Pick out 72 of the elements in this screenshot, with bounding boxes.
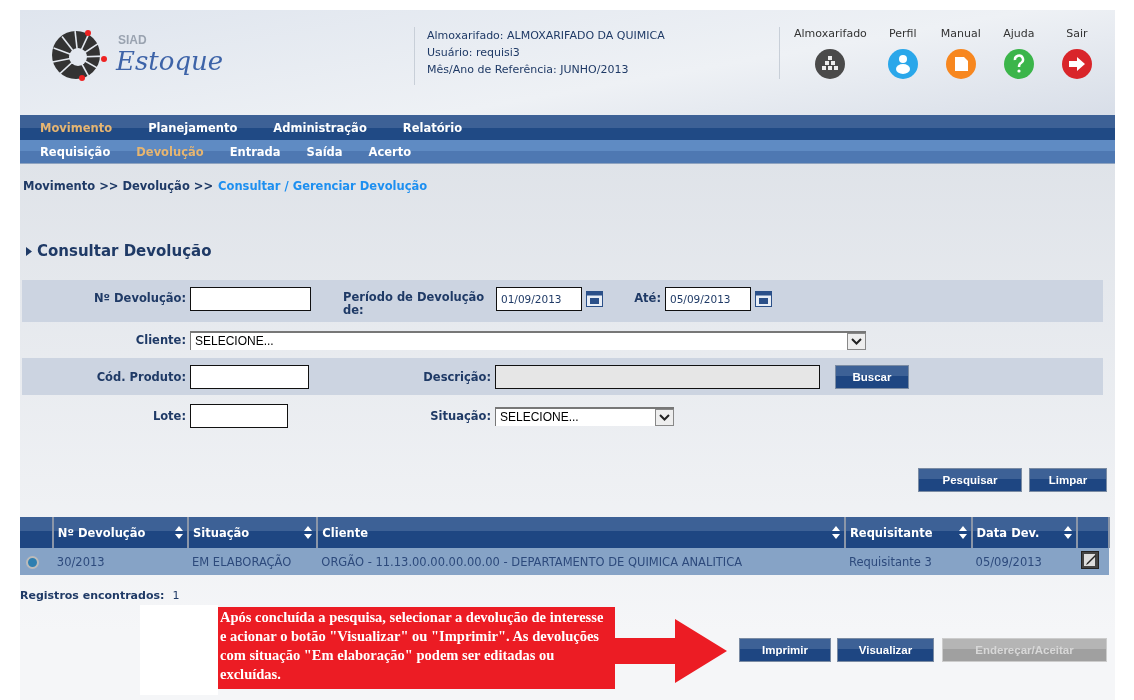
calendar-icon[interactable] (586, 290, 603, 307)
triangle-icon (26, 246, 32, 256)
input-field[interactable] (190, 364, 309, 389)
search-button[interactable]: Buscar (835, 364, 909, 389)
dropdown-caret-icon (847, 332, 866, 350)
input-field[interactable] (190, 287, 311, 311)
boxes-icon (815, 49, 846, 79)
status-select[interactable]: SELECIONE... (495, 406, 674, 426)
field-label: Até: (633, 290, 662, 305)
user-info-text: Almoxarifado: ALMOXARIFADO DA QUIMICA (427, 28, 666, 44)
sort-icon (832, 526, 840, 539)
submenu-item[interactable]: Saída (306, 144, 343, 159)
column-header[interactable]: Requisitante (845, 517, 972, 548)
radio-button[interactable] (26, 555, 39, 569)
sort-icon (1064, 526, 1073, 539)
annotation-callout: Após concluída a pesquisa, selecionar a devolução de interesse e acionar o botão "Visualizar" ou "Imprimir". As devoluções com situação "Em elaboração" podem ser editadas ou excluídas. (218, 607, 615, 689)
column-header[interactable]: Cliente (317, 517, 845, 548)
document-icon (945, 49, 976, 79)
client-select[interactable]: SELECIONE... (190, 330, 866, 350)
header-cell (1077, 517, 1109, 548)
field-label: Descrição: (422, 369, 492, 384)
column-header[interactable]: Situação (188, 517, 318, 548)
edit-icon[interactable] (1081, 551, 1100, 569)
table-cell: 05/09/2013 (971, 548, 1078, 575)
date-field[interactable]: 01/09/2013 (496, 287, 582, 311)
shortcut-link[interactable]: Perfil (880, 27, 925, 79)
table-cell: ORGÃO - 11.13.00.00.00.00.00 - DEPARTAMENTO DE QUIMICA ANALITICA (317, 548, 845, 575)
form-button[interactable]: Pesquisar (918, 468, 1022, 492)
shortcut-link[interactable]: Almoxarifado (794, 27, 867, 79)
sort-icon (958, 526, 967, 539)
date-field[interactable]: 05/09/2013 (665, 287, 751, 311)
menu-item[interactable]: Administração (273, 120, 367, 135)
action-button[interactable]: Visualizar (837, 638, 934, 662)
table-cell: 30/2013 (52, 548, 188, 575)
logo-subtitle: SIAD (118, 34, 148, 46)
field-label: Lote: (151, 409, 187, 423)
submenu-item[interactable]: Entrada (229, 144, 281, 159)
field-label: Cód. Produto: (95, 369, 187, 384)
field-label: Situação: (429, 409, 492, 423)
form-button[interactable]: Limpar (1029, 468, 1107, 492)
records-count: 1 (172, 589, 180, 602)
person-icon (887, 49, 918, 79)
field-label: Período de Devolução de: (343, 289, 486, 317)
user-info-text: Mês/Ano de Referência: JUNHO/2013 (427, 62, 630, 78)
records-label: Registros encontrados: (20, 589, 165, 602)
breadcrumb-path: Movimento >> Devolução >> (23, 179, 214, 193)
section-title: Consultar Devolução (37, 242, 212, 260)
sort-icon (175, 526, 183, 539)
menu-item[interactable]: Relatório (402, 120, 463, 135)
column-header[interactable]: Data Dev. (971, 517, 1078, 548)
calendar-icon[interactable] (755, 290, 772, 307)
action-button[interactable]: Imprimir (739, 638, 831, 662)
shortcut-link[interactable]: Ajuda (996, 27, 1041, 79)
user-info-text: Usuário: requisi3 (427, 45, 521, 61)
sort-icon (304, 526, 313, 539)
shortcut-link[interactable]: Sair (1054, 27, 1099, 79)
submenu-item[interactable]: Acerto (368, 144, 412, 159)
header-cell (20, 517, 53, 548)
input-field[interactable] (190, 404, 288, 428)
table-cell: Requisitante 3 (845, 548, 972, 575)
field-label: Cliente: (134, 333, 187, 347)
help-icon (1003, 49, 1034, 79)
dropdown-caret-icon (655, 408, 674, 426)
shortcut-link[interactable]: Manual (938, 27, 983, 79)
menu-item[interactable]: Planejamento (148, 120, 238, 135)
column-header[interactable]: Nº Devolução (52, 517, 188, 548)
field-label: Nº Devolução: (92, 290, 187, 305)
breadcrumb-current: Consultar / Gerenciar Devolução (218, 179, 428, 193)
submenu-item[interactable]: Requisição (40, 144, 111, 159)
table-row[interactable]: 30/2013 EM ELABORAÇÃO ORGÃO - 11.13.00.00.00.00.00 - DEPARTAMENTO DE QUIMICA ANALITICA Requisitante 3 05/09/2013 (20, 548, 1109, 575)
logo-title: Estoque (116, 46, 224, 76)
table-cell: EM ELABORAÇÃO (188, 548, 318, 575)
